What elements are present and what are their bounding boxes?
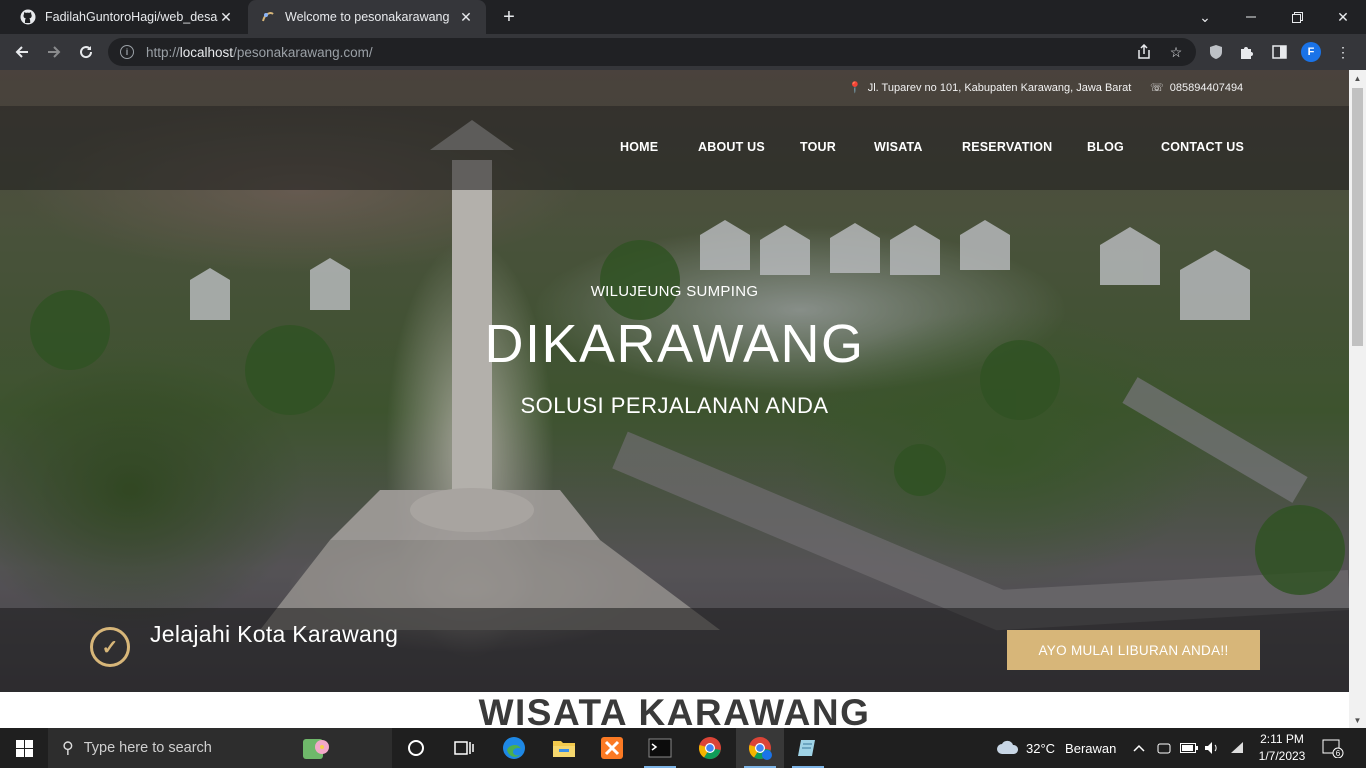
top-contact-bar: 📍 Jl. Tuparev no 101, Kabupaten Karawang…: [0, 70, 1349, 106]
wifi-icon[interactable]: [1230, 728, 1246, 768]
notification-count: 6: [1336, 749, 1341, 758]
nav-blog[interactable]: BLOG: [1087, 140, 1124, 154]
show-hidden-icons-chevron-icon[interactable]: [1133, 728, 1145, 768]
phone-info: ☏ 085894407494: [1150, 81, 1244, 95]
notification-center-icon[interactable]: 6: [1322, 728, 1344, 768]
github-icon: [20, 9, 36, 25]
nav-contact-us[interactable]: CONTACT US: [1161, 140, 1244, 154]
nav-about-us[interactable]: ABOUT US: [698, 140, 765, 154]
start-vacation-button[interactable]: AYO MULAI LIBURAN ANDA!!: [1007, 630, 1260, 670]
hero-welcome: WILUJEUNG SUMPING: [590, 283, 759, 300]
volume-icon[interactable]: [1204, 728, 1220, 768]
page-favicon-icon: [260, 9, 276, 25]
weather-desc: Berawan: [1065, 740, 1117, 756]
page-scrollbar[interactable]: ▲ ▼: [1349, 70, 1366, 728]
address-info: 📍 Jl. Tuparev no 101, Kabupaten Karawang…: [848, 81, 1132, 95]
forward-arrow-icon[interactable]: [42, 40, 66, 64]
menu-kebab-icon[interactable]: ⋮: [1334, 43, 1352, 61]
tab-github[interactable]: FadilahGuntoroHagi/web_desasih ✕: [8, 0, 246, 34]
url-text: http://localhost/pesonakarawang.com/: [146, 44, 373, 60]
file-explorer-icon[interactable]: [540, 728, 588, 768]
windows-start-button[interactable]: [0, 728, 48, 768]
main-navbar: [0, 106, 1349, 190]
extensions-puzzle-icon[interactable]: [1238, 43, 1256, 61]
tab-close-icon[interactable]: ✕: [218, 9, 234, 25]
weather-widget[interactable]: 32°C Berawan: [996, 728, 1116, 768]
battery-icon[interactable]: [1180, 728, 1198, 768]
weather-temp: 32°C: [1026, 740, 1056, 756]
hero-headline: DIKARAWANG: [484, 314, 865, 374]
cloud-icon: [996, 739, 1020, 758]
task-view-icon[interactable]: [440, 728, 488, 768]
tab-search-chevron-icon[interactable]: ⌄: [1182, 0, 1228, 34]
side-panel-icon[interactable]: [1270, 43, 1288, 61]
share-icon[interactable]: [1135, 43, 1153, 61]
chrome-icon[interactable]: [686, 728, 734, 768]
close-window-button[interactable]: ✕: [1320, 0, 1366, 34]
chrome-profile-icon[interactable]: [736, 728, 784, 768]
site-info-icon[interactable]: i: [120, 45, 134, 59]
terminal-icon[interactable]: [636, 728, 684, 768]
system-clock[interactable]: 2:11 PM 1/7/2023: [1256, 731, 1308, 765]
phone-icon: ☏: [1150, 82, 1164, 94]
tab-close-icon[interactable]: ✕: [458, 9, 474, 25]
cortana-icon[interactable]: [392, 728, 440, 768]
nav-home[interactable]: HOME: [620, 140, 658, 154]
page-viewport: 📍 Jl. Tuparev no 101, Kabupaten Karawang…: [0, 70, 1349, 728]
tab-pesonakarawang[interactable]: Welcome to pesonakarawang ✕: [248, 0, 486, 34]
address-text: Jl. Tuparev no 101, Kabupaten Karawang, …: [867, 81, 1132, 94]
map-pin-icon: 📍: [848, 82, 862, 94]
clock-date: 1/7/2023: [1258, 749, 1306, 763]
search-icon: ⚲: [62, 740, 74, 757]
bookmark-star-icon[interactable]: ☆: [1167, 43, 1185, 61]
section-title: WISATA KARAWANG: [478, 692, 871, 728]
reload-icon[interactable]: [74, 40, 98, 64]
scrollbar-thumb[interactable]: [1352, 88, 1363, 346]
notepad-app-icon[interactable]: [784, 728, 832, 768]
tab-title: Welcome to pesonakarawang: [285, 10, 450, 24]
xampp-icon[interactable]: [588, 728, 636, 768]
browser-toolbar: i http://localhost/pesonakarawang.com/ ☆…: [0, 34, 1366, 70]
edge-browser-icon[interactable]: [490, 728, 538, 768]
minimize-button[interactable]: [1228, 0, 1274, 34]
windows-taskbar: ⚲ Type here to search 32°C Berawan 2:11 …: [0, 728, 1366, 768]
restore-button[interactable]: [1274, 0, 1320, 34]
browser-tab-strip: FadilahGuntoroHagi/web_desasih ✕ Welcome…: [0, 0, 1366, 34]
checkmark-circle-icon: ✓: [90, 627, 130, 667]
phone-text: 085894407494: [1169, 81, 1244, 94]
profile-avatar[interactable]: F: [1301, 42, 1321, 62]
back-arrow-icon[interactable]: [10, 40, 34, 64]
clock-time: 2:11 PM: [1260, 732, 1304, 746]
search-placeholder: Type here to search: [83, 740, 212, 756]
cta-text: Jelajahi Kota Karawang: [150, 621, 399, 647]
nav-wisata[interactable]: WISATA: [874, 140, 923, 154]
address-bar[interactable]: i http://localhost/pesonakarawang.com/: [108, 38, 1196, 66]
meet-now-icon[interactable]: [1157, 728, 1171, 768]
taskbar-search-box[interactable]: ⚲ Type here to search: [48, 728, 392, 768]
shield-extension-icon[interactable]: [1207, 43, 1225, 61]
scroll-up-arrow-icon[interactable]: ▲: [1349, 70, 1366, 86]
nav-tour[interactable]: TOUR: [800, 140, 836, 154]
tab-title: FadilahGuntoroHagi/web_desasih: [45, 10, 218, 24]
nav-reservation[interactable]: RESERVATION: [962, 140, 1052, 154]
scroll-down-arrow-icon[interactable]: ▼: [1349, 712, 1366, 728]
search-highlight-icon: [300, 733, 330, 763]
new-tab-button[interactable]: +: [498, 6, 520, 28]
hero-tagline: SOLUSI PERJALANAN ANDA: [520, 393, 829, 418]
